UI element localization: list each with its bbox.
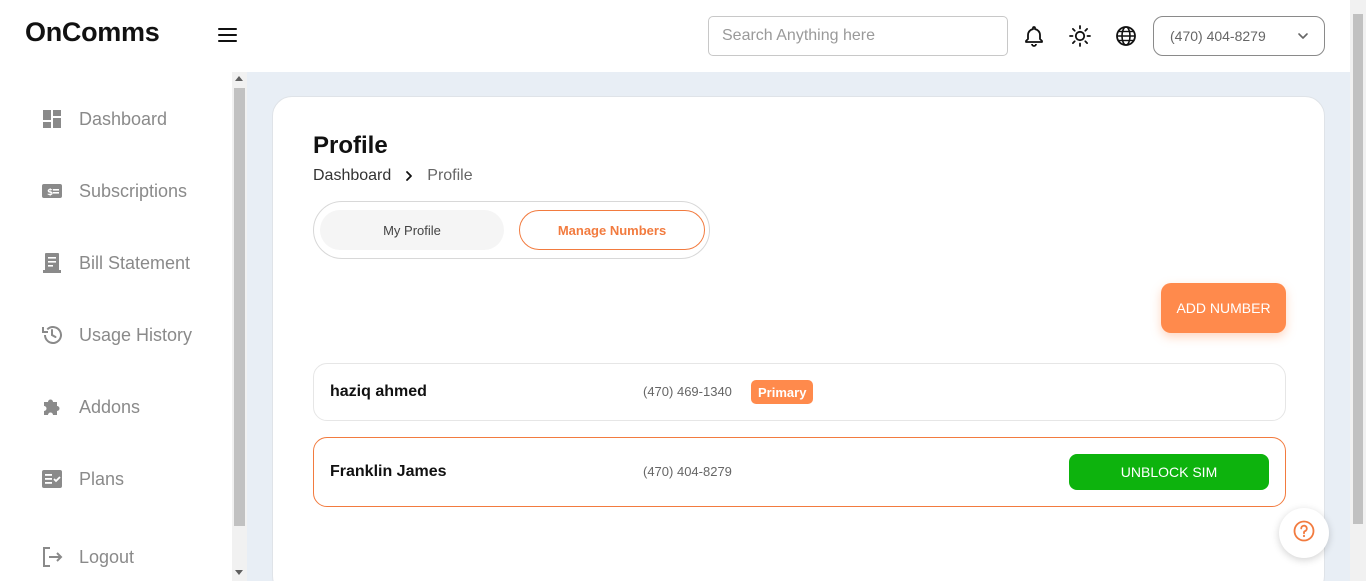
breadcrumb-current: Profile <box>427 167 473 184</box>
add-number-button[interactable]: ADD NUMBER <box>1161 283 1286 333</box>
number-row: haziq ahmed (470) 469-1340 Primary <box>313 363 1286 421</box>
search-input[interactable] <box>708 16 1008 56</box>
scroll-up-arrow-icon[interactable] <box>235 76 243 81</box>
breadcrumb: Dashboard Profile <box>313 167 473 185</box>
main-content: Profile Dashboard Profile My Profile Man… <box>247 72 1350 581</box>
sidebar-item-addons[interactable]: Addons <box>40 392 140 422</box>
history-icon <box>40 323 64 347</box>
phone-number: (470) 404-8279 <box>643 464 732 479</box>
number-row: Franklin James (470) 404-8279 UNBLOCK SI… <box>313 437 1286 507</box>
unblock-sim-button[interactable]: UNBLOCK SIM <box>1069 454 1269 490</box>
question-circle-icon <box>1293 520 1315 547</box>
globe-icon[interactable] <box>1114 24 1138 48</box>
dashboard-icon <box>40 107 64 131</box>
phone-select-value: (470) 404-8279 <box>1170 28 1266 44</box>
sidebar-scrollbar[interactable] <box>232 72 247 581</box>
sidebar: Dashboard $ Subscriptions Bill Statement… <box>0 72 232 581</box>
puzzle-icon <box>40 395 64 419</box>
primary-badge: Primary <box>751 380 814 404</box>
sidebar-item-label: Dashboard <box>79 108 168 129</box>
tab-my-profile[interactable]: My Profile <box>320 210 504 250</box>
number-owner-name: haziq ahmed <box>330 383 427 400</box>
chevron-down-icon <box>1296 29 1310 43</box>
sidebar-item-label: Addons <box>79 396 141 417</box>
app-logo: OnComms <box>25 17 160 47</box>
number-owner-name: Franklin James <box>330 463 447 480</box>
top-header: OnComms (470) 404-8279 <box>0 0 1350 72</box>
sidebar-item-logout[interactable]: Logout <box>40 542 134 572</box>
sidebar-item-bill-statement[interactable]: Bill Statement <box>40 248 190 278</box>
sidebar-item-plans[interactable]: Plans <box>40 464 124 494</box>
phone-number-select[interactable]: (470) 404-8279 <box>1153 16 1325 56</box>
logout-icon <box>40 545 64 569</box>
profile-tabs: My Profile Manage Numbers <box>313 201 710 259</box>
page-scrollbar[interactable] <box>1350 0 1366 581</box>
chevron-right-icon <box>403 170 415 182</box>
tab-manage-numbers[interactable]: Manage Numbers <box>519 210 705 250</box>
brightness-icon[interactable] <box>1068 24 1092 48</box>
svg-text:$: $ <box>47 188 53 198</box>
sidebar-item-label: Subscriptions <box>79 180 188 201</box>
page-title: Profile <box>313 132 388 159</box>
sidebar-item-label: Usage History <box>79 324 193 345</box>
scrollbar-thumb[interactable] <box>234 88 245 526</box>
scrollbar-thumb[interactable] <box>1353 14 1363 524</box>
breadcrumb-root[interactable]: Dashboard <box>313 167 391 185</box>
help-button[interactable] <box>1279 508 1329 558</box>
sidebar-item-usage-history[interactable]: Usage History <box>40 320 192 350</box>
checklist-icon <box>40 467 64 491</box>
sidebar-item-subscriptions[interactable]: $ Subscriptions <box>40 176 187 206</box>
phone-number: (470) 469-1340 <box>643 384 732 399</box>
profile-card: Profile Dashboard Profile My Profile Man… <box>272 96 1325 581</box>
sidebar-item-label: Plans <box>79 468 125 489</box>
receipt-icon <box>40 251 64 275</box>
sidebar-item-label: Bill Statement <box>79 252 191 273</box>
subscription-icon: $ <box>40 179 64 203</box>
sidebar-item-label: Logout <box>79 546 135 567</box>
scroll-down-arrow-icon[interactable] <box>235 570 243 575</box>
menu-toggle-icon[interactable] <box>218 28 238 44</box>
sidebar-item-dashboard[interactable]: Dashboard <box>40 104 167 134</box>
bell-icon[interactable] <box>1022 24 1046 48</box>
